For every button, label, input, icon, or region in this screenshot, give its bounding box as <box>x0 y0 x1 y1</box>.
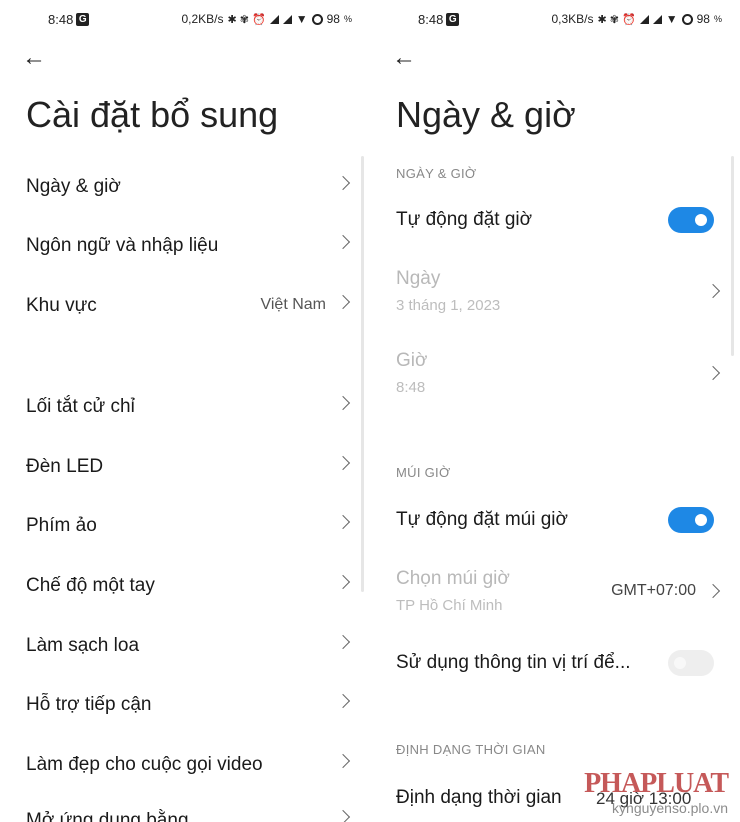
clock-text: 8:48 <box>418 12 444 27</box>
scrollbar[interactable] <box>361 156 364 592</box>
signal-icon <box>639 14 649 24</box>
chevron-right-icon <box>335 809 351 822</box>
chevron-right-icon <box>335 455 351 471</box>
toggle-knob <box>695 514 707 526</box>
scrollbar[interactable] <box>731 156 734 356</box>
back-arrow-icon[interactable]: ← <box>392 46 416 70</box>
menu-item-region[interactable]: Khu vực Việt Nam <box>26 285 351 329</box>
menu-item-label: Chế độ một tay <box>26 575 155 596</box>
chevron-right-icon <box>335 753 351 769</box>
chevron-right-icon <box>705 583 721 599</box>
menu-item-label: Khu vực <box>26 295 97 316</box>
menu-item-date-time[interactable]: Ngày & giờ <box>26 166 351 210</box>
chevron-right-icon <box>335 234 351 250</box>
time-row[interactable]: Giờ 8:48 <box>396 344 721 408</box>
choose-timezone-label: Chọn múi giờ <box>396 568 510 589</box>
use-location-label: Sử dụng thông tin vị trí để... <box>396 652 631 673</box>
date-value: 3 tháng 1, 2023 <box>396 297 501 314</box>
wifi-icon: ▼ <box>295 12 308 26</box>
chevron-right-icon <box>335 175 351 191</box>
chevron-right-icon <box>335 514 351 530</box>
auto-timezone-label: Tự động đặt múi giờ <box>396 509 568 530</box>
time-format-label: Định dạng thời gian <box>396 787 562 808</box>
menu-item-label: Làm đẹp cho cuộc gọi video <box>26 754 263 775</box>
auto-time-toggle[interactable] <box>668 207 714 233</box>
menu-item-accessibility[interactable]: Hỗ trợ tiếp cận <box>26 684 351 728</box>
battery-level: 98 <box>326 12 340 26</box>
chevron-right-icon <box>335 634 351 650</box>
time-label: Giờ <box>396 350 428 371</box>
menu-item-clean-speaker[interactable]: Làm sạch loa <box>26 625 351 669</box>
menu-item-label: Hỗ trợ tiếp cận <box>26 694 152 715</box>
menu-item-video-call-beauty[interactable]: Làm đẹp cho cuộc gọi video <box>26 744 351 788</box>
timezone-city: TP Hồ Chí Minh <box>396 597 503 614</box>
network-speed: 0,3KB/s <box>551 12 594 26</box>
date-row[interactable]: Ngày 3 tháng 1, 2023 <box>396 262 721 326</box>
menu-item-label: Làm sạch loa <box>26 635 140 656</box>
page-title: Ngày & giờ <box>396 94 576 135</box>
use-location-toggle[interactable] <box>668 650 714 676</box>
signal-icon <box>282 14 292 24</box>
chevron-right-icon <box>335 693 351 709</box>
chevron-right-icon <box>705 283 721 299</box>
menu-item-label: Đèn LED <box>26 456 104 477</box>
battery-level: 98 <box>696 12 710 26</box>
menu-item-label: Mở ứng dụng bằng... <box>26 810 205 822</box>
google-icon: G <box>76 13 90 26</box>
time-value: 8:48 <box>396 379 426 396</box>
auto-timezone-toggle[interactable] <box>668 507 714 533</box>
menu-item-one-hand-mode[interactable]: Chế độ một tay <box>26 565 351 609</box>
menu-item-virtual-keys[interactable]: Phím ảo <box>26 505 351 549</box>
region-value: Việt Nam <box>260 296 326 313</box>
section-header-time-format: ĐỊNH DẠNG THỜI GIAN <box>396 742 546 757</box>
watermark-site: kynguyenso.plo.vn <box>612 800 728 816</box>
battery-icon <box>311 13 323 25</box>
clock-text: 8:48 <box>48 12 74 27</box>
signal-icon <box>269 14 279 24</box>
status-icons: 0,3KB/s ✱ ✾ ⏰ ▼ 98% <box>551 12 722 26</box>
status-time: 8:48 G <box>48 12 90 27</box>
section-header-date-time: NGÀY & GIỜ <box>396 166 477 181</box>
date-label: Ngày <box>396 268 441 289</box>
menu-item-label: Lối tắt cử chỉ <box>26 396 135 417</box>
watermark: PHAPLUAT kynguyenso.plo.vn <box>584 768 729 816</box>
menu-item-led[interactable]: Đèn LED <box>26 446 351 490</box>
battery-icon <box>681 13 693 25</box>
signal-icon <box>652 14 662 24</box>
toggle-knob <box>695 214 707 226</box>
toggle-knob <box>674 657 686 669</box>
status-icons: 0,2KB/s ✱ ✾ ⏰ ▼ 98% <box>181 12 352 26</box>
settings-panel-date-time: 8:48 G 0,3KB/s ✱ ✾ ⏰ ▼ 98% ← Ngày & giờ … <box>370 0 740 822</box>
menu-item-language[interactable]: Ngôn ngữ và nhập liệu <box>26 225 351 269</box>
menu-item-label: Ngôn ngữ và nhập liệu <box>26 235 219 256</box>
menu-item-label: Phím ảo <box>26 515 97 536</box>
section-header-timezone: MÚI GIỜ <box>396 465 451 480</box>
network-speed: 0,2KB/s <box>181 12 224 26</box>
status-time: 8:48 G <box>418 12 460 27</box>
wifi-icon: ▼ <box>665 12 678 26</box>
chevron-right-icon <box>335 574 351 590</box>
back-arrow-icon[interactable]: ← <box>22 46 46 70</box>
menu-item-gesture-shortcuts[interactable]: Lối tắt cử chỉ <box>26 386 351 430</box>
chevron-right-icon <box>335 395 351 411</box>
menu-item-open-apps[interactable]: Mở ứng dụng bằng... <box>26 800 351 822</box>
status-bar: 8:48 G 0,3KB/s ✱ ✾ ⏰ ▼ 98% <box>370 0 740 40</box>
status-bar: 8:48 G 0,2KB/s ✱ ✾ ⏰ ▼ 98% <box>0 0 370 40</box>
choose-timezone-row[interactable]: Chọn múi giờ TP Hồ Chí Minh GMT+07:00 <box>396 562 721 626</box>
menu-item-label: Ngày & giờ <box>26 176 121 197</box>
auto-time-label: Tự động đặt giờ <box>396 209 533 230</box>
bluetooth-alarm-icons: ✱ ✾ ⏰ <box>227 13 266 26</box>
bluetooth-alarm-icons: ✱ ✾ ⏰ <box>597 13 636 26</box>
watermark-logo: PHAPLUAT <box>584 768 729 799</box>
google-icon: G <box>446 13 460 26</box>
settings-panel-additional: 8:48 G 0,2KB/s ✱ ✾ ⏰ ▼ 98% ← Cài đặt bổ … <box>0 0 370 822</box>
timezone-value: GMT+07:00 <box>611 582 696 599</box>
chevron-right-icon <box>705 365 721 381</box>
chevron-right-icon <box>335 294 351 310</box>
page-title: Cài đặt bổ sung <box>26 94 279 135</box>
